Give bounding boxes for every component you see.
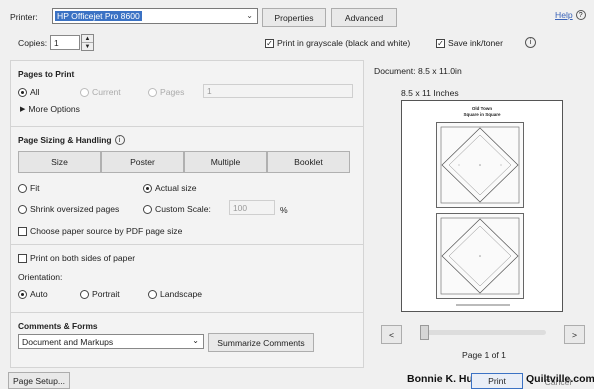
printer-select[interactable]: HP Officejet Pro 8600 ⌄ [52,8,258,24]
orientation-label: Orientation: [18,272,63,282]
chevron-down-icon: ⌄ [192,336,199,345]
sizing-title: Page Sizing & Handling [18,135,112,145]
custom-scale-label: Custom Scale: [155,204,211,214]
pages-range-input[interactable]: 1 [203,84,353,98]
grayscale-checkbox[interactable]: ✓ [265,38,274,48]
actual-size-option[interactable]: Actual size [143,183,197,193]
comments-title: Comments & Forms [18,321,98,331]
pages-current-radio[interactable] [80,87,89,97]
page-indicator: Page 1 of 1 [462,350,506,360]
page-slider[interactable] [420,325,546,340]
orientation-landscape-option[interactable]: Landscape [148,289,202,299]
printer-select-value: HP Officejet Pro 8600 [55,11,142,21]
custom-scale-option[interactable]: Custom Scale: [143,204,211,214]
fit-option[interactable]: Fit [18,183,40,193]
comments-select[interactable]: Document and Markups ⌄ [18,334,204,349]
more-options-label: More Options [28,104,80,114]
pages-all-radio[interactable] [18,87,27,97]
info-icon[interactable]: i [525,37,536,48]
actual-size-radio[interactable] [143,183,152,193]
paper-source-label: Choose paper source by PDF page size [30,226,183,236]
fit-label: Fit [30,183,40,193]
shrink-option[interactable]: Shrink oversized pages [18,204,119,214]
square-in-square-diagram [440,217,520,295]
summarize-comments-button[interactable]: Summarize Comments [208,333,314,352]
print-button[interactable]: Print [471,373,523,389]
copies-input[interactable]: 1 [50,35,80,50]
orientation-portrait-radio[interactable] [80,289,89,299]
pages-to-print-title: Pages to Print [18,69,75,79]
divider [10,312,364,313]
pages-range-label: Pages [160,87,185,97]
printer-label: Printer: [10,12,38,22]
comments-select-value: Document and Markups [22,337,114,347]
next-page-button[interactable]: > [564,325,585,344]
actual-size-label: Actual size [155,183,197,193]
pages-current-option[interactable]: Current [80,87,121,97]
more-options-toggle[interactable]: ▶ More Options [20,104,80,114]
stepper-up-icon[interactable]: ▲ [82,35,93,43]
copies-stepper[interactable]: ▲ ▼ [81,34,94,51]
paper-size-label: 8.5 x 11 Inches [401,88,459,98]
save-ink-checkbox[interactable]: ✓ [436,38,445,48]
page-slider-thumb[interactable] [420,325,429,340]
grayscale-label: Print in grayscale (black and white) [277,38,411,48]
pages-range-radio[interactable] [148,87,157,97]
stepper-down-icon[interactable]: ▼ [82,43,93,51]
orientation-landscape-radio[interactable] [148,289,157,299]
grayscale-option[interactable]: ✓ Print in grayscale (black and white) [265,38,410,48]
square-in-square-diagram [440,126,520,204]
custom-scale-radio[interactable] [143,204,152,214]
paper-source-checkbox[interactable] [18,226,27,236]
tab-multiple[interactable]: Multiple [184,151,267,173]
save-ink-label: Save ink/toner [448,38,503,48]
orientation-portrait-label: Portrait [92,289,120,299]
both-sides-checkbox[interactable] [18,253,27,263]
save-ink-option[interactable]: ✓ Save ink/toner [436,38,503,48]
quilt-block-top [436,122,524,208]
page-setup-button[interactable]: Page Setup... [8,372,70,389]
pages-all-option[interactable]: All [18,87,40,97]
orientation-auto-label: Auto [30,289,48,299]
properties-button[interactable]: Properties [262,8,326,27]
pages-current-label: Current [92,87,121,97]
copies-label: Copies: [18,38,48,48]
orientation-auto-radio[interactable] [18,289,27,299]
both-sides-label: Print on both sides of paper [30,253,136,263]
tab-poster[interactable]: Poster [101,151,184,173]
quilt-title-2: Square in Square [463,112,501,117]
orientation-landscape-label: Landscape [160,289,203,299]
quilt-block-bottom [436,213,524,299]
help-icon[interactable]: ? [575,10,586,20]
print-preview-page: Old Town Square in Square [401,100,563,312]
tab-size[interactable]: Size [18,151,101,173]
chevron-down-icon: ⌄ [246,11,253,20]
divider [10,244,364,245]
info-icon[interactable]: i [114,135,125,145]
help-link[interactable]: Help [555,10,573,20]
watermark-site: Quiltville.com [526,373,594,385]
custom-scale-input[interactable]: 100 [229,200,275,215]
orientation-portrait-option[interactable]: Portrait [80,289,120,299]
advanced-button[interactable]: Advanced [331,8,397,27]
fit-radio[interactable] [18,183,27,193]
document-size-label: Document: 8.5 x 11.0in [374,66,462,76]
orientation-auto-option[interactable]: Auto [18,289,48,299]
copyright-line [456,304,510,306]
triangle-right-icon[interactable]: ▶ [20,105,25,113]
pages-range-option[interactable]: Pages [148,87,184,97]
quilt-title-1: Old Town [471,106,493,111]
tab-booklet[interactable]: Booklet [267,151,350,173]
percent-label: % [280,205,288,215]
shrink-label: Shrink oversized pages [30,204,120,214]
pages-all-label: All [30,87,40,97]
paper-source-option[interactable]: Choose paper source by PDF page size [18,226,182,236]
divider [10,126,364,127]
shrink-radio[interactable] [18,204,27,214]
both-sides-option[interactable]: Print on both sides of paper [18,253,135,263]
prev-page-button[interactable]: < [381,325,402,344]
sizing-title-row: Page Sizing & Handling i [18,135,125,145]
help-link-group[interactable]: Help ? [555,10,586,20]
